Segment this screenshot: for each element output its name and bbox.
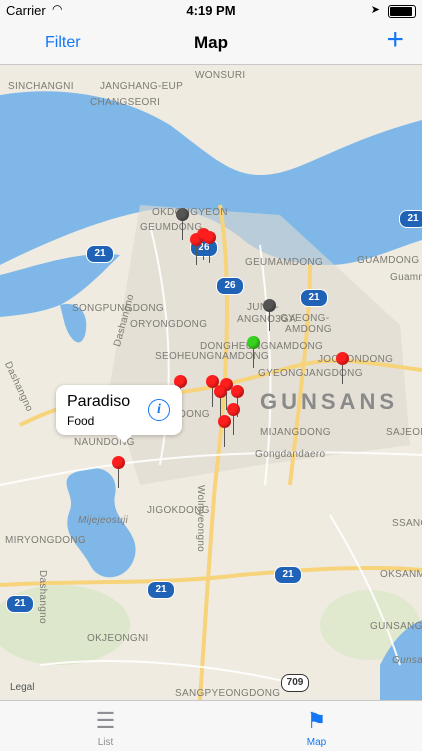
route-shield: 21 — [147, 581, 175, 599]
area-label: JIGOKDONG — [147, 505, 210, 516]
area-label: JANGHANG-EUP — [100, 81, 184, 92]
pin-stick — [220, 397, 221, 417]
area-label: SSANG — [392, 518, 422, 529]
area-label: Guamnu — [390, 272, 422, 283]
area-label: Dashangno — [37, 570, 48, 624]
area-label: JOCHONDONG — [318, 354, 394, 365]
area-label: GUNSANG — [370, 621, 422, 632]
route-shield: 21 — [274, 566, 302, 584]
status-bar: Carrier ◠ 4:19 PM ➤ — [0, 0, 422, 22]
area-label: OKJEONGNI — [87, 633, 149, 644]
pin-head — [247, 336, 260, 349]
city-label: GUNSANS — [260, 389, 399, 414]
pin-stick — [253, 348, 254, 368]
route-shield: 26 — [216, 277, 244, 295]
area-label: OKDONGYEON — [152, 207, 228, 218]
tab-map[interactable]: ⚑ Map — [211, 701, 422, 751]
pin-stick — [182, 220, 183, 240]
status-time: 4:19 PM — [186, 3, 236, 18]
pin-stick — [224, 427, 225, 447]
area-label: SANGPYEONGDONG — [175, 688, 281, 699]
area-label: WONSURI — [195, 70, 246, 81]
page-title: Map — [194, 33, 228, 52]
area-label: OKSANM — [380, 569, 422, 580]
area-label: CHANGSEORI — [90, 97, 161, 108]
area-label: MIJANGDONG — [260, 427, 331, 438]
pin-stick — [196, 245, 197, 265]
route-shield: 21 — [399, 210, 422, 228]
pin-head — [336, 352, 349, 365]
tab-label: List — [97, 737, 114, 748]
area-label: MIRYONGDONG — [5, 535, 86, 546]
tab-list[interactable]: ☰ List — [0, 701, 211, 751]
pin-stick — [209, 243, 210, 263]
pin-head — [218, 415, 231, 428]
pin-head — [263, 299, 276, 312]
pin-head — [214, 385, 227, 398]
map-view[interactable]: GUNSANS SINCHANGNI JANGHANG-EUP CHANGSEO… — [0, 65, 422, 700]
plus-icon[interactable]: + — [386, 24, 404, 56]
map-icon: ⚑ — [306, 708, 327, 733]
route-shield: 709 — [281, 674, 309, 692]
pin-head — [112, 456, 125, 469]
pin-stick — [269, 311, 270, 331]
area-label: Wolmyeongno — [195, 485, 206, 553]
area-label: AMDONG — [285, 324, 332, 335]
pin-head — [227, 403, 240, 416]
info-icon[interactable]: i — [148, 399, 170, 421]
callout-title: Paradiso — [67, 393, 131, 410]
list-icon: ☰ — [95, 708, 116, 733]
legal-link[interactable]: Legal — [10, 682, 34, 693]
area-label: SINCHANGNI — [8, 81, 74, 92]
pin-stick — [233, 415, 234, 435]
area-label: GEUMAMDONG — [245, 257, 323, 268]
area-label: GEUMDONG — [140, 222, 203, 233]
area-label: SONGPUNGDONG — [72, 303, 164, 314]
route-shield: 21 — [6, 595, 34, 613]
area-label: Mijejeosuji — [78, 515, 128, 526]
callout-subtitle: Food — [67, 414, 95, 428]
pin-stick — [118, 468, 119, 488]
pin-head — [176, 208, 189, 221]
pin-head — [231, 385, 244, 398]
location-arrow-icon: ➤ — [370, 4, 380, 16]
pin-stick — [212, 387, 213, 407]
route-shield: 21 — [300, 289, 328, 307]
pin-stick — [203, 240, 204, 260]
battery-icon — [388, 5, 416, 18]
tab-label: Map — [306, 737, 327, 748]
area-label: SAJEON — [386, 427, 422, 438]
navigation-bar: Filter Map + — [0, 22, 422, 65]
pin-stick — [342, 364, 343, 384]
area-label: SEOHEUNGNAMDONG — [155, 351, 269, 362]
area-label: GUAMDONG — [357, 255, 420, 266]
area-label: GYEONG- — [280, 313, 330, 324]
area-label: Gunsanje — [392, 655, 422, 666]
pin-head — [203, 231, 216, 244]
pin-callout[interactable]: Paradiso Food i — [56, 385, 182, 443]
area-label: ORYONGDONG — [130, 319, 208, 330]
area-label: Gongdandaero — [255, 449, 326, 460]
route-shield: 21 — [86, 245, 114, 263]
tab-bar: ☰ List ⚑ Map — [0, 700, 422, 751]
area-label: GYEONGJANGDONG — [258, 368, 363, 379]
